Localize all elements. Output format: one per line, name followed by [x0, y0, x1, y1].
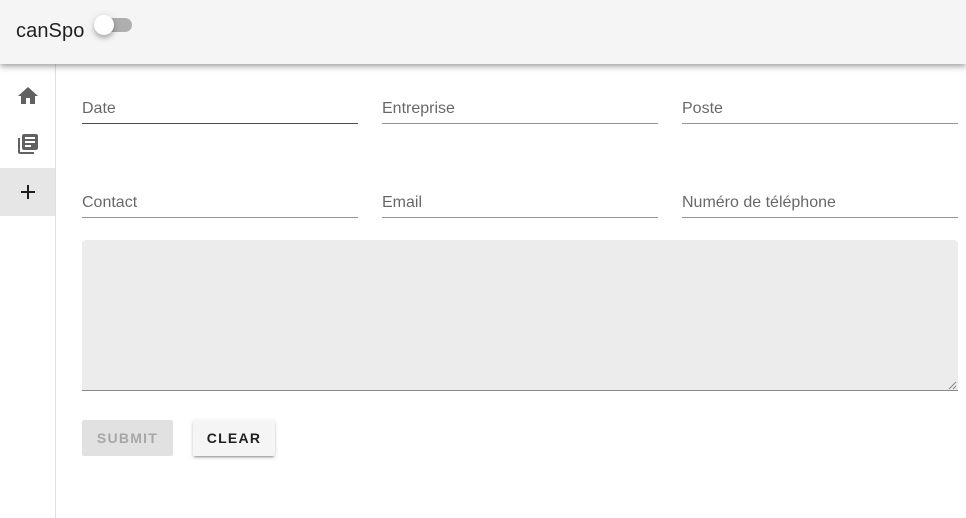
nav-drawer — [0, 64, 56, 518]
switch-thumb[interactable] — [94, 15, 114, 35]
app-bar: canSpo — [0, 0, 966, 64]
email-field: Email — [382, 174, 658, 218]
email-input[interactable] — [382, 174, 658, 218]
library-books-icon — [17, 134, 38, 154]
telephone-input[interactable] — [682, 174, 958, 218]
home-icon — [17, 87, 38, 104]
theme-toggle-switch[interactable] — [94, 15, 134, 35]
date-field: Date — [82, 80, 358, 124]
contact-input[interactable] — [82, 174, 358, 218]
poste-input[interactable] — [682, 80, 958, 124]
nav-item-home[interactable] — [0, 72, 55, 120]
entreprise-field: Entreprise — [382, 80, 658, 124]
resize-handle-icon[interactable] — [948, 381, 957, 390]
clear-button[interactable]: Clear — [193, 420, 275, 456]
plus-icon — [20, 185, 35, 199]
poste-field: Poste — [682, 80, 958, 124]
entreprise-input[interactable] — [382, 80, 658, 124]
notes-textarea-wrapper — [82, 240, 958, 391]
date-input[interactable] — [82, 80, 358, 124]
submit-button[interactable]: Submit — [82, 420, 173, 456]
contact-field: Contact — [82, 174, 358, 218]
app-title: canSpo — [16, 20, 85, 42]
notes-textarea[interactable] — [82, 240, 958, 391]
telephone-field: Numéro de téléphone — [682, 174, 958, 218]
main-content: Date Entreprise Poste Contact Email Numé… — [56, 64, 966, 518]
nav-item-library[interactable] — [0, 120, 55, 168]
nav-item-add[interactable] — [0, 168, 55, 216]
